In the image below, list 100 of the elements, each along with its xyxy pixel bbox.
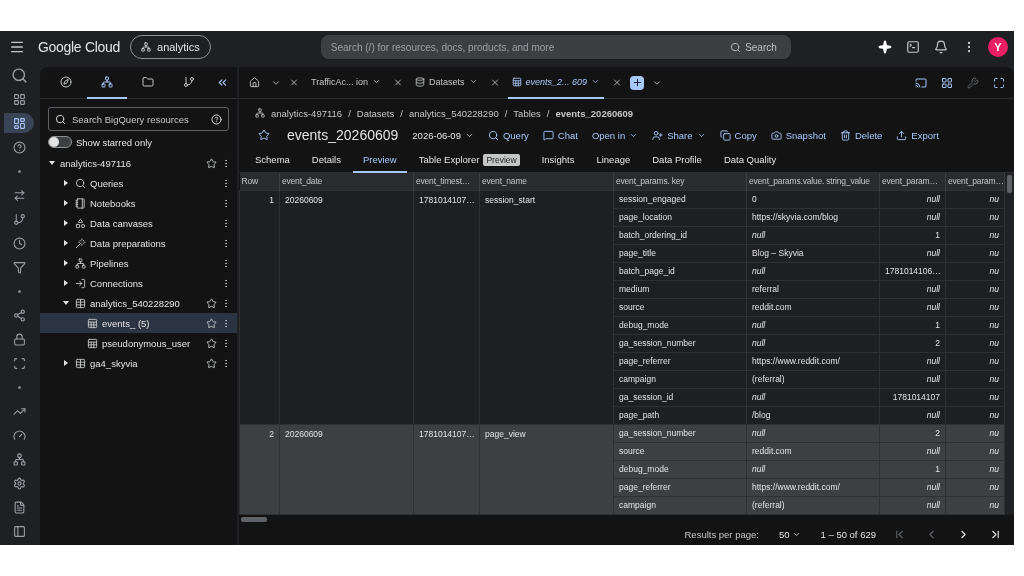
search-button[interactable]: Search — [724, 40, 783, 54]
tab[interactable]: Schema — [245, 148, 300, 173]
copy-icon — [719, 129, 731, 141]
new-tab-icon[interactable] — [630, 75, 645, 90]
search-field[interactable]: Search BigQuery resources — [70, 112, 207, 126]
caret-icon[interactable] — [48, 159, 56, 167]
toolbar-button[interactable]: Chat — [542, 129, 578, 141]
table-cell: page_view — [479, 424, 614, 515]
tree-item[interactable]: Connections — [40, 273, 237, 293]
tab[interactable]: Data Profile — [642, 148, 712, 173]
caret-icon[interactable] — [62, 359, 70, 367]
toolbar-button[interactable]: Delete — [839, 129, 883, 141]
close-icon[interactable] — [612, 77, 623, 88]
caret-icon[interactable] — [62, 219, 70, 227]
caret-icon[interactable] — [62, 239, 70, 247]
tab[interactable]: Lineage — [586, 148, 641, 173]
avatar[interactable]: Y — [988, 37, 1008, 57]
editor-tab[interactable]: events_2... 609 — [507, 66, 605, 99]
tree-item[interactable]: Data canvases — [40, 213, 237, 233]
tree-item[interactable]: Notebooks — [40, 193, 237, 213]
caret-icon[interactable] — [62, 179, 70, 187]
tree-label: ga4_skyvia — [90, 357, 139, 369]
tab[interactable]: Data Quality — [713, 148, 787, 173]
delete-icon — [839, 129, 851, 141]
search-icon — [74, 177, 86, 189]
column-header[interactable]: event_date — [279, 173, 414, 190]
breadcrumb-link[interactable]: Datasets — [356, 107, 395, 119]
chat-icon — [542, 129, 554, 141]
caret-icon[interactable] — [62, 199, 70, 207]
table-cell: session_start — [479, 190, 614, 425]
tab[interactable]: Table Explorer Preview — [408, 148, 530, 173]
tree-item[interactable]: ga4_skyvia — [40, 353, 237, 373]
dashboard-icon[interactable] — [4, 113, 34, 133]
page-size-dropdown[interactable]: 50 — [772, 527, 807, 541]
toggle-label: Show starred only — [76, 136, 153, 148]
table-cell: session_engaged — [613, 190, 747, 208]
editor-tab[interactable]: Datasets — [411, 66, 482, 99]
table-icon — [86, 317, 98, 329]
star-icon[interactable] — [205, 337, 217, 349]
breadcrumb-link[interactable]: analytics_540228290 — [408, 107, 499, 119]
toolbar-button[interactable]: Share — [652, 129, 706, 141]
project-icon — [255, 108, 265, 118]
notebook-icon — [74, 197, 86, 209]
table-cell: 0 — [746, 190, 880, 208]
column-header[interactable]: event_timest… — [413, 173, 480, 190]
toolbar-button[interactable]: Open in — [591, 129, 639, 141]
toggle-switch[interactable] — [48, 136, 72, 148]
close-icon[interactable] — [489, 77, 500, 88]
tree-item[interactable]: Data preparations — [40, 233, 237, 253]
star-icon[interactable] — [205, 317, 217, 329]
breadcrumb-link[interactable]: analytics-497116 — [271, 107, 343, 119]
search-field[interactable]: Search (/) for resources, docs, products, and more Search — [320, 35, 791, 59]
column-header[interactable]: Row — [239, 173, 280, 190]
caret-icon[interactable] — [62, 259, 70, 267]
tree-label: events_ (5) — [102, 317, 151, 329]
tree-item[interactable]: analytics_540228290 — [40, 293, 237, 313]
project-icon — [141, 42, 151, 52]
tree-item[interactable]: Queries — [40, 173, 237, 193]
toolbar-button[interactable]: Snapshot — [770, 129, 826, 141]
export-icon — [896, 129, 908, 141]
caret-icon — [591, 77, 601, 86]
tree-item[interactable]: events_ (5) — [40, 313, 237, 333]
search-box[interactable]: Search BigQuery resources — [48, 107, 229, 131]
toolbar-button[interactable]: Export — [896, 129, 939, 141]
column-header[interactable]: event_params. key — [613, 173, 747, 190]
caret-icon[interactable] — [62, 279, 70, 287]
help-icon[interactable] — [211, 113, 222, 125]
column-header[interactable]: event_params.value. string_value — [746, 173, 880, 190]
tree-item[interactable]: Pipelines — [40, 253, 237, 273]
scrollbar-thumb[interactable] — [241, 516, 267, 522]
share-icon — [652, 129, 664, 141]
hierarchy-icon — [74, 257, 86, 269]
table-cell: 1781014107… — [413, 190, 480, 425]
tab[interactable]: Insights — [531, 148, 585, 173]
breadcrumb-link[interactable]: Tables — [513, 107, 541, 119]
column-header[interactable]: event_param… — [945, 173, 1005, 190]
star-icon[interactable] — [205, 297, 217, 309]
close-icon[interactable] — [289, 77, 299, 88]
tree-item[interactable]: pseudonymous_user — [40, 333, 237, 353]
dataset-icon — [74, 357, 86, 369]
notifications-icon[interactable] — [932, 38, 950, 56]
tree-item[interactable]: analytics-497116 — [40, 153, 237, 173]
column-header[interactable]: event_param… — [879, 173, 946, 190]
snapshot-icon — [770, 129, 782, 141]
tab[interactable]: Details — [301, 148, 351, 173]
tree-label: pseudonymous_user — [102, 337, 192, 349]
close-icon[interactable] — [393, 77, 404, 88]
editor-tab[interactable]: TrafficAc... ion — [307, 66, 386, 99]
toolbar-button[interactable]: Query — [487, 129, 529, 141]
search-icon — [730, 41, 742, 53]
tree-label: Notebooks — [90, 197, 137, 209]
terminal-icon[interactable] — [904, 38, 922, 56]
column-header[interactable]: event_name — [479, 173, 614, 190]
breadcrumb-link[interactable]: events_20260609 — [555, 107, 634, 119]
caret-icon[interactable] — [62, 299, 70, 307]
star-icon[interactable] — [205, 157, 217, 169]
sparkle-icon[interactable] — [876, 38, 894, 56]
date-picker[interactable]: 2026-06-09 — [412, 129, 474, 141]
star-icon[interactable] — [205, 357, 217, 369]
toolbar-button[interactable]: Copy — [719, 129, 757, 141]
